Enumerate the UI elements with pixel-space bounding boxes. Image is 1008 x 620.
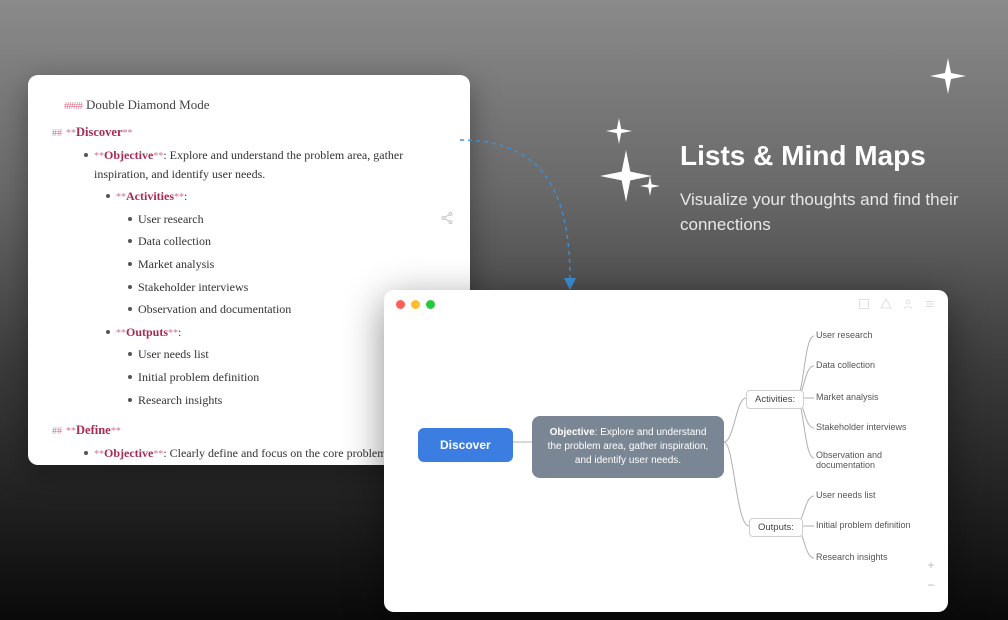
list-item: Data collection xyxy=(128,232,440,251)
zoom-controls: + − xyxy=(924,558,938,592)
section-title: Define xyxy=(76,423,111,437)
mindmap-panel: Discover Objective: Explore and understa… xyxy=(384,290,948,612)
mindmap-leaf[interactable]: Research insights xyxy=(816,552,888,562)
mindmap-objective[interactable]: Objective: Explore and understand the pr… xyxy=(532,416,724,478)
document-title: Double Diamond Mode xyxy=(86,97,209,113)
mindmap-leaf[interactable]: Stakeholder interviews xyxy=(816,422,907,432)
mindmap-leaf[interactable]: Data collection xyxy=(816,360,875,370)
hero-title: Lists & Mind Maps xyxy=(680,140,980,172)
hero-subtitle: Visualize your thoughts and find their c… xyxy=(680,188,980,237)
section-marker: ## xyxy=(52,426,62,437)
mindmap-root[interactable]: Discover xyxy=(418,428,513,462)
group-row: **Activities**: xyxy=(106,187,440,206)
zoom-out-button[interactable]: − xyxy=(924,578,938,592)
zoom-in-button[interactable]: + xyxy=(924,558,938,572)
mindmap-leaf[interactable]: Market analysis xyxy=(816,392,879,402)
list-item: Market analysis xyxy=(128,255,440,274)
section-title: Discover xyxy=(76,125,123,139)
mindmap-branch-outputs[interactable]: Outputs: xyxy=(749,518,803,537)
mindmap-leaf[interactable]: Observation and documentation xyxy=(816,450,906,470)
mindmap-branch-activities[interactable]: Activities: xyxy=(746,390,804,409)
list-item: User research xyxy=(128,210,440,229)
section-marker: ## xyxy=(52,128,62,139)
connector-arrow xyxy=(452,130,632,310)
mindmap-leaf[interactable]: User needs list xyxy=(816,490,876,500)
heading-marker: #### xyxy=(64,100,82,112)
sparkle-icon xyxy=(640,176,660,196)
mindmap-leaf[interactable]: User research xyxy=(816,330,873,340)
objective-row: **Objective**: Explore and understand th… xyxy=(84,146,440,183)
hero-block: Lists & Mind Maps Visualize your thought… xyxy=(680,140,980,237)
sparkle-icon xyxy=(930,58,966,94)
mindmap-leaf[interactable]: Initial problem definition xyxy=(816,520,911,530)
